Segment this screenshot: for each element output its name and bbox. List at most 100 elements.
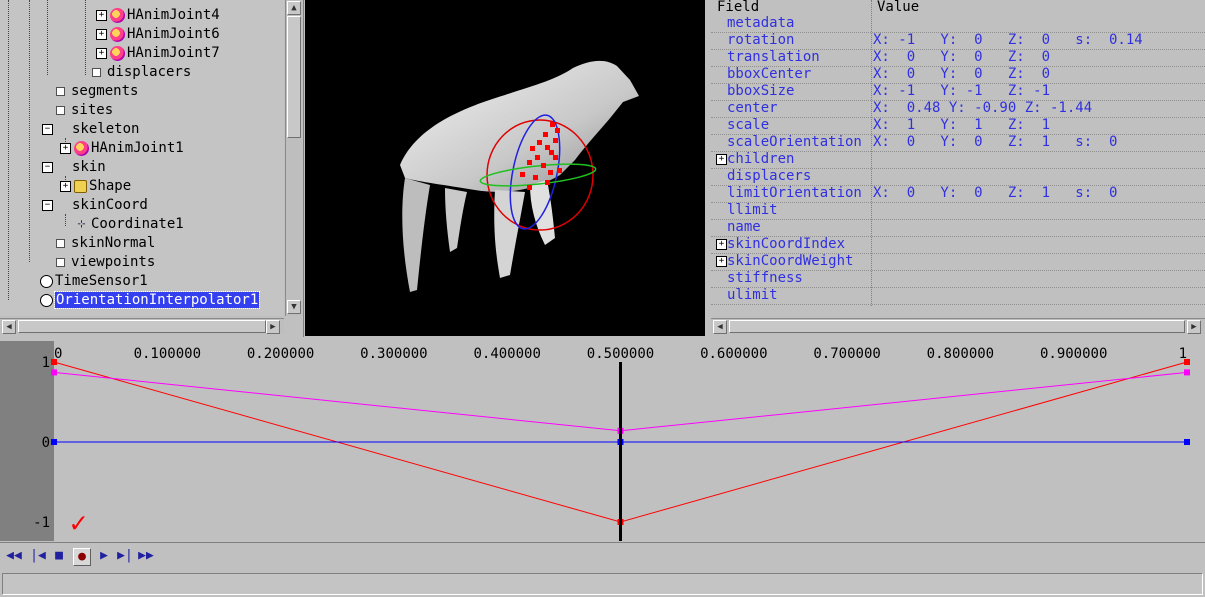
scroll-left-icon[interactable]: ◀ <box>713 320 727 334</box>
field-row-ulimit[interactable]: ulimit <box>711 287 1205 305</box>
joint-icon <box>74 140 89 156</box>
scroll-thumb[interactable] <box>287 16 301 138</box>
field-row-bboxcenter[interactable]: bboxCenter X: 0 Y: 0 Z: 0 <box>711 66 1205 84</box>
field-value[interactable]: X: 0 Y: 0 Z: 0 <box>873 49 1050 65</box>
scroll-down-icon[interactable]: ▼ <box>287 300 301 314</box>
record-button[interactable]: ● <box>73 548 91 566</box>
y-tick-label: 1 <box>42 355 50 371</box>
tree-item-skin[interactable]: − skin <box>42 158 106 177</box>
scroll-thumb[interactable] <box>18 320 266 333</box>
field-row-rotation[interactable]: rotation X: -1 Y: 0 Z: 0 s: 0.14 <box>711 32 1205 50</box>
expand-icon[interactable]: + <box>716 239 727 250</box>
expand-icon[interactable]: + <box>96 47 107 59</box>
curve-chart[interactable]: 0 0.100000 0.200000 0.300000 0.400000 0.50000… <box>0 341 1205 541</box>
field-row-translation[interactable]: translation X: 0 Y: 0 Z: 0 <box>711 49 1205 67</box>
scroll-thumb[interactable] <box>729 320 1185 333</box>
field-row-limitorientation[interactable]: limitOrientation X: 0 Y: 0 Z: 1 s: 0 <box>711 185 1205 203</box>
field-row-metadata[interactable]: metadata <box>711 15 1205 33</box>
tree-item-shape[interactable]: + Shape <box>60 177 131 196</box>
field-row-skincoordindex[interactable]: + skinCoordIndex <box>711 236 1205 254</box>
tree-item-timesensor1[interactable]: TimeSensor1 <box>40 272 148 291</box>
collapse-icon[interactable]: − <box>42 161 53 173</box>
field-value[interactable]: X: 0 Y: 0 Z: 0 <box>873 66 1050 82</box>
tree-item-hanimjoint7[interactable]: + HAnimJoint7 <box>96 44 220 63</box>
tree-item-skincoord[interactable]: − skinCoord <box>42 196 148 215</box>
expand-icon[interactable]: + <box>716 154 727 165</box>
field-value[interactable]: X: 0 Y: 0 Z: 1 s: 0 <box>873 134 1117 150</box>
expand-icon[interactable]: + <box>60 142 71 154</box>
stop-button[interactable]: ■ <box>51 548 67 564</box>
checkmark-annotation: ✓ <box>70 506 87 539</box>
field-row-stiffness[interactable]: stiffness <box>711 270 1205 288</box>
field-name: center <box>727 100 778 116</box>
tree-item-skinnormal[interactable]: skinNormal <box>52 234 155 253</box>
field-column-header[interactable]: Field <box>717 0 759 15</box>
tree-item-sites[interactable]: sites <box>52 101 113 120</box>
x-tick-label: 0.100000 <box>134 346 201 362</box>
collapse-icon[interactable]: − <box>42 199 53 211</box>
field-row-skincoordweight[interactable]: + skinCoordWeight <box>711 253 1205 271</box>
scroll-right-icon[interactable]: ▶ <box>266 320 280 334</box>
y-tick-label: -1 <box>33 515 50 531</box>
field-name: metadata <box>727 15 795 31</box>
field-value[interactable]: X: 1 Y: 1 Z: 1 <box>873 117 1050 133</box>
field-value[interactable]: X: 0.48 Y: -0.90 Z: -1.44 <box>873 100 1092 116</box>
expand-icon[interactable]: + <box>60 180 71 192</box>
tree-item-skeleton[interactable]: − skeleton <box>42 120 139 139</box>
tree-item-hanimjoint6[interactable]: + HAnimJoint6 <box>96 25 220 44</box>
tree-item-hanimjoint4[interactable]: + HAnimJoint4 <box>96 6 220 25</box>
scroll-up-icon[interactable]: ▲ <box>287 1 301 15</box>
scroll-right-icon[interactable]: ▶ <box>1187 320 1201 334</box>
field-row-center[interactable]: center X: 0.48 Y: -0.90 Z: -1.44 <box>711 100 1205 118</box>
tree-horizontal-scrollbar[interactable]: ◀ ▶ <box>0 318 284 334</box>
play-button[interactable]: ▶ <box>96 548 112 564</box>
field-name: scale <box>727 117 770 133</box>
field-name: bboxSize <box>727 83 795 99</box>
field-name: skinCoordWeight <box>727 253 854 269</box>
field-value[interactable]: X: -1 Y: -1 Z: -1 <box>873 83 1050 99</box>
field-name: skinCoordIndex <box>727 236 846 252</box>
field-row-scaleorientation[interactable]: scaleOrientation X: 0 Y: 0 Z: 1 s: 0 <box>711 134 1205 152</box>
field-name: displacers <box>727 168 812 184</box>
expand-icon[interactable]: + <box>96 9 107 21</box>
model-leg <box>445 188 467 252</box>
x-tick-label: 0.300000 <box>360 346 427 362</box>
expand-icon[interactable]: + <box>716 256 727 267</box>
field-row-name[interactable]: name <box>711 219 1205 237</box>
model-leg <box>530 180 555 245</box>
field-row-llimit[interactable]: llimit <box>711 202 1205 220</box>
tree-item-coordinate1[interactable]: ⊹ Coordinate1 <box>74 215 183 234</box>
tree-item-hanimjoint1[interactable]: + HAnimJoint1 <box>60 139 184 158</box>
field-row-bboxsize[interactable]: bboxSize X: -1 Y: -1 Z: -1 <box>711 83 1205 101</box>
field-row-displacers[interactable]: displacers <box>711 168 1205 186</box>
tree-item-viewpoints[interactable]: viewpoints <box>52 253 155 272</box>
fast-forward-button[interactable]: ▶▶ <box>138 548 154 564</box>
value-column-header[interactable]: Value <box>877 0 919 15</box>
tree-vertical-scrollbar[interactable]: ▲ ▼ <box>285 0 301 316</box>
x-tick-label: 0.800000 <box>927 346 994 362</box>
tree-item-segments[interactable]: segments <box>52 82 138 101</box>
field-value[interactable]: X: -1 Y: 0 Z: 0 s: 0.14 <box>873 32 1143 48</box>
step-forward-button[interactable]: ▶| <box>117 548 133 564</box>
field-row-scale[interactable]: scale X: 1 Y: 1 Z: 1 <box>711 117 1205 135</box>
field-name: children <box>727 151 795 167</box>
scene-tree-panel: + HAnimJoint4 + HAnimJoint6 + HAnimJoint7 d… <box>0 0 304 337</box>
field-horizontal-scrollbar[interactable]: ◀ ▶ <box>711 318 1205 334</box>
curve-keyframe-point <box>1184 359 1190 365</box>
field-panel: Field Value metadata rotation X: -1 Y: 0 Z… <box>711 0 1205 336</box>
scroll-left-icon[interactable]: ◀ <box>2 320 16 334</box>
leaf-icon <box>56 238 65 248</box>
expand-icon[interactable]: + <box>96 28 107 40</box>
field-value[interactable]: X: 0 Y: 0 Z: 1 s: 0 <box>873 185 1117 201</box>
field-name: rotation <box>727 32 795 48</box>
3d-viewport[interactable] <box>305 0 705 336</box>
field-name: bboxCenter <box>727 66 812 82</box>
collapse-icon[interactable]: − <box>42 123 53 135</box>
tree-item-orientationinterpolator1[interactable]: OrientationInterpolator1 <box>40 291 261 310</box>
step-back-button[interactable]: |◀ <box>30 548 46 564</box>
rewind-button[interactable]: ◀◀ <box>6 548 22 564</box>
curve-keyframe-point <box>1184 369 1190 376</box>
field-row-children[interactable]: + children <box>711 151 1205 169</box>
tree-item-displacers[interactable]: displacers <box>88 63 191 82</box>
interpolator-curve-editor[interactable]: 0 0.100000 0.200000 0.300000 0.400000 0.50000… <box>0 341 1205 541</box>
